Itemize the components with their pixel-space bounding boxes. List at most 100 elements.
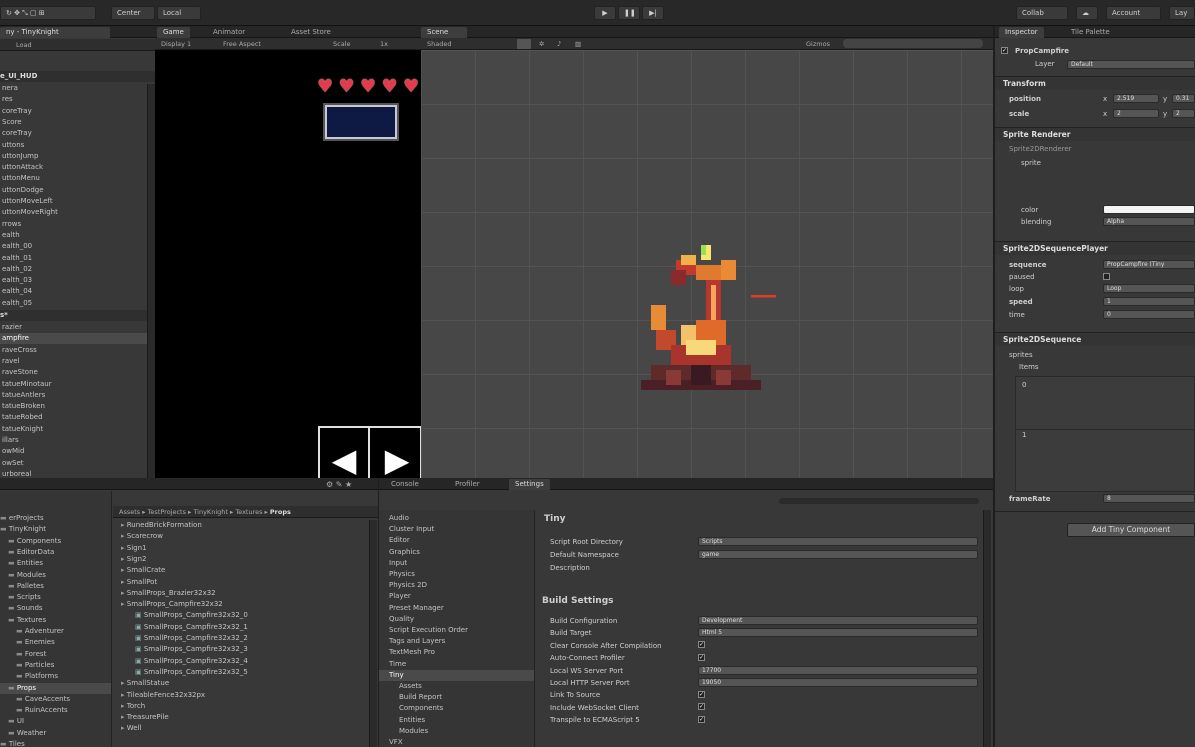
- asset-item[interactable]: ▣ SmallProps_Campfire32x32_3: [113, 644, 369, 655]
- folder-item[interactable]: ▬ Platforms: [0, 671, 111, 682]
- settings-category[interactable]: Input: [379, 558, 534, 569]
- layers-button[interactable]: Lay: [1169, 6, 1195, 20]
- settings-category[interactable]: Player: [379, 591, 534, 602]
- asset-item[interactable]: ▸ TileableFence32x32px: [113, 690, 369, 701]
- breadcrumb-item[interactable]: TinyKnight ▸: [193, 508, 235, 516]
- framerate-field[interactable]: 8: [1103, 494, 1195, 503]
- hierarchy-group2-header[interactable]: s*: [0, 310, 155, 321]
- folder-item[interactable]: ▬ Components: [0, 536, 111, 547]
- hierarchy-item[interactable]: tatueKnight: [0, 424, 155, 435]
- settings-category[interactable]: Physics: [379, 569, 534, 580]
- settings-category[interactable]: Time: [379, 659, 534, 670]
- asset-item[interactable]: ▸ RunedBrickFormation: [113, 520, 369, 531]
- sequence-player-header[interactable]: Sprite2DSequencePlayer: [995, 241, 1195, 255]
- hierarchy-scrollbar[interactable]: [147, 84, 155, 478]
- asset-item[interactable]: ▸ Sign1: [113, 543, 369, 554]
- settings-scrollbar[interactable]: [983, 510, 991, 747]
- game-toolbar-item[interactable]: 1x: [380, 38, 388, 49]
- tab-asset-store[interactable]: Asset Store: [285, 27, 337, 38]
- hierarchy-item[interactable]: rrows: [0, 219, 155, 230]
- folder-item[interactable]: ▬ TinyKnight: [0, 524, 111, 535]
- settings-category[interactable]: Assets: [379, 681, 534, 692]
- settings-category[interactable]: Entities: [379, 715, 534, 726]
- asset-item[interactable]: ▣ SmallProps_Campfire32x32_1: [113, 622, 369, 633]
- project-scrollbar[interactable]: [369, 520, 377, 747]
- asset-item[interactable]: ▸ Torch: [113, 701, 369, 712]
- breadcrumb-item[interactable]: TestProjects ▸: [148, 508, 194, 516]
- build-field-checkbox[interactable]: ✓: [698, 703, 708, 711]
- folder-item[interactable]: ▬ Tiles: [0, 739, 111, 747]
- folder-item[interactable]: ▬ Palletes: [0, 581, 111, 592]
- hierarchy-item[interactable]: tatueAntlers: [0, 390, 155, 401]
- asset-item[interactable]: ▣ SmallProps_Campfire32x32_5: [113, 667, 369, 678]
- 2d-toggle[interactable]: [517, 39, 531, 49]
- position-x-field[interactable]: 2.519: [1113, 94, 1159, 103]
- hierarchy-item[interactable]: uttonMoveRight: [0, 207, 155, 218]
- speed-field[interactable]: 1: [1103, 297, 1195, 306]
- handle-button[interactable]: Local: [157, 6, 201, 20]
- hierarchy-item[interactable]: coreTray: [0, 106, 155, 117]
- add-tiny-component-button[interactable]: Add Tiny Component: [1067, 523, 1195, 537]
- hierarchy-item[interactable]: ravel: [0, 356, 155, 367]
- folder-item[interactable]: ▬ Adventurer: [0, 626, 111, 637]
- folder-item[interactable]: ▬ erProjects: [0, 513, 111, 524]
- hierarchy-item[interactable]: tatueMinotaur: [0, 379, 155, 390]
- hierarchy-item[interactable]: uttonMenu: [0, 173, 155, 184]
- folder-item[interactable]: ▬ Modules: [0, 570, 111, 581]
- game-toolbar-item[interactable]: Display 1: [161, 38, 191, 49]
- hierarchy-item[interactable]: ealth_02: [0, 264, 155, 275]
- sprite-item-1[interactable]: 1: [1022, 431, 1026, 439]
- hierarchy-item[interactable]: ealth_00: [0, 241, 155, 252]
- settings-category[interactable]: Tiny: [379, 669, 534, 681]
- tab-hierarchy[interactable]: ny - TinyKnight: [0, 27, 110, 38]
- object-name[interactable]: PropCampfire: [1015, 47, 1069, 55]
- scale-y-field[interactable]: 2: [1172, 109, 1195, 118]
- hierarchy-item[interactable]: owMid: [0, 446, 155, 457]
- settings-category[interactable]: Tags and Layers: [379, 636, 534, 647]
- settings-category[interactable]: TextMesh Pro: [379, 647, 534, 658]
- folder-item[interactable]: ▬ EditorData: [0, 547, 111, 558]
- settings-category[interactable]: Quality: [379, 614, 534, 625]
- folder-item[interactable]: ▬ Particles: [0, 660, 111, 671]
- tab-game[interactable]: Game: [157, 27, 190, 38]
- position-y-field[interactable]: 0.31: [1172, 94, 1195, 103]
- folder-item[interactable]: ▬ Weather: [0, 728, 111, 739]
- settings-category[interactable]: VFX: [379, 737, 534, 747]
- hierarchy-item[interactable]: uttonAttack: [0, 162, 155, 173]
- hierarchy-item[interactable]: uttonJump: [0, 151, 155, 162]
- hierarchy-item[interactable]: tatueRobed: [0, 412, 155, 423]
- hierarchy-item[interactable]: owSet: [0, 458, 155, 469]
- tab-scene[interactable]: Scene: [421, 27, 467, 38]
- account-button[interactable]: Account: [1106, 6, 1161, 20]
- gizmos-dropdown[interactable]: Gizmos: [806, 38, 830, 49]
- campfire-sprite[interactable]: [621, 240, 801, 420]
- pause-button[interactable]: ❚❚: [618, 6, 640, 20]
- time-field[interactable]: 0: [1103, 310, 1195, 319]
- audio-icon[interactable]: ♪: [557, 38, 561, 49]
- settings-category[interactable]: Preset Manager: [379, 603, 534, 614]
- hierarchy-item[interactable]: res: [0, 94, 155, 105]
- collab-button[interactable]: Collab: [1016, 6, 1068, 20]
- move-left-button[interactable]: ◀: [320, 428, 370, 478]
- tab-animator[interactable]: Animator: [207, 27, 251, 38]
- hierarchy-item[interactable]: razier: [0, 322, 155, 333]
- settings-field-input[interactable]: Scripts: [698, 537, 978, 546]
- asset-item[interactable]: ▸ TreasurePile: [113, 712, 369, 723]
- settings-category[interactable]: Modules: [379, 726, 534, 737]
- active-checkbox[interactable]: ✓: [1001, 46, 1011, 54]
- build-field-checkbox[interactable]: ✓: [698, 653, 708, 661]
- scene-search-input[interactable]: [843, 39, 983, 48]
- color-swatch[interactable]: [1103, 205, 1195, 214]
- cloud-button[interactable]: ☁: [1076, 6, 1098, 20]
- tab-inspector[interactable]: Inspector: [999, 27, 1044, 38]
- folder-item[interactable]: ▬ UI: [0, 716, 111, 727]
- settings-category[interactable]: Physics 2D: [379, 580, 534, 591]
- settings-category[interactable]: Cluster Input: [379, 524, 534, 535]
- folder-item[interactable]: ▬ Forest: [0, 649, 111, 660]
- hierarchy-item[interactable]: tatueBroken: [0, 401, 155, 412]
- project-toolbar-icons[interactable]: ⚙ ✎ ★: [320, 479, 358, 490]
- build-field-checkbox[interactable]: ✓: [698, 690, 708, 698]
- hierarchy-item[interactable]: illars: [0, 435, 155, 446]
- hierarchy-item[interactable]: uttons: [0, 140, 155, 151]
- hierarchy-item[interactable]: raveStone: [0, 367, 155, 378]
